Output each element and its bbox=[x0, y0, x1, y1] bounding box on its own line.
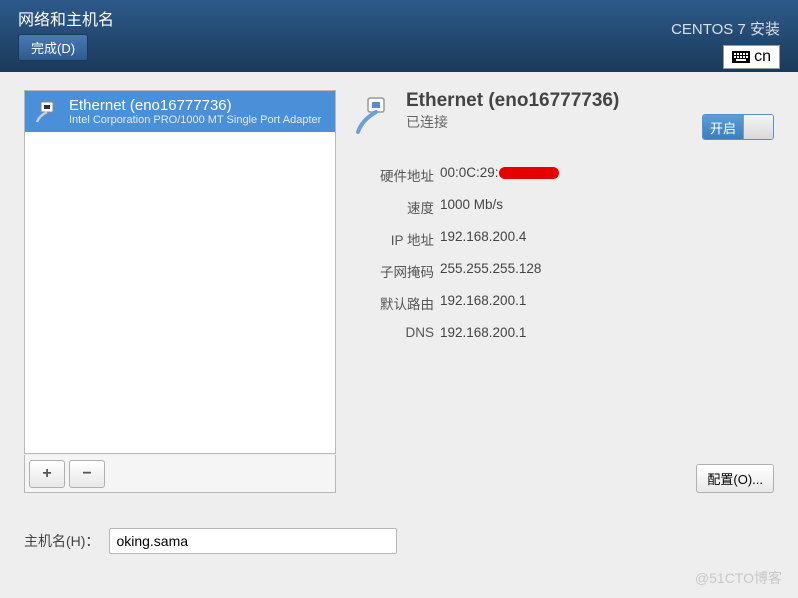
device-name: Ethernet (eno16777736) bbox=[69, 97, 321, 114]
device-list[interactable]: Ethernet (eno16777736) Intel Corporation… bbox=[24, 90, 336, 454]
info-row-ip: IP 地址192.168.200.4 bbox=[354, 229, 774, 249]
toggle-handle bbox=[743, 115, 773, 139]
eth-status: 已连接 bbox=[406, 112, 619, 132]
hostname-label: 主机名(H)： bbox=[24, 531, 99, 551]
nic-icon bbox=[33, 98, 61, 126]
info-row-gateway: 默认路由192.168.200.1 bbox=[354, 293, 774, 313]
installer-name: CENTOS 7 安装 bbox=[671, 18, 780, 39]
info-row-dns: DNS192.168.200.1 bbox=[354, 325, 774, 340]
info-row-netmask: 子网掩码255.255.255.128 bbox=[354, 261, 774, 281]
info-row-speed: 速度1000 Mb/s bbox=[354, 197, 774, 217]
info-row-hwaddr: 硬件地址00:0C:29: bbox=[354, 165, 774, 185]
keyboard-layout: cn bbox=[754, 48, 771, 66]
add-device-button[interactable]: + bbox=[29, 460, 65, 488]
keyboard-indicator[interactable]: cn bbox=[723, 45, 780, 69]
redacted-mac bbox=[499, 167, 559, 179]
device-item-ethernet[interactable]: Ethernet (eno16777736) Intel Corporation… bbox=[25, 91, 335, 132]
configure-button[interactable]: 配置(O)... bbox=[696, 464, 774, 493]
remove-device-button[interactable]: − bbox=[69, 460, 105, 488]
ethernet-icon bbox=[354, 94, 396, 141]
keyboard-icon bbox=[732, 51, 750, 63]
toggle-on-label: 开启 bbox=[703, 115, 743, 139]
connection-toggle[interactable]: 开启 bbox=[702, 114, 774, 140]
done-button[interactable]: 完成(D) bbox=[18, 34, 88, 61]
device-desc: Intel Corporation PRO/1000 MT Single Por… bbox=[69, 114, 321, 126]
page-title: 网络和主机名 bbox=[18, 6, 780, 30]
eth-title: Ethernet (eno16777736) bbox=[406, 90, 619, 112]
hostname-input[interactable] bbox=[109, 528, 397, 554]
watermark: @51CTO博客 bbox=[695, 568, 782, 588]
info-table: 硬件地址00:0C:29: 速度1000 Mb/s IP 地址192.168.2… bbox=[354, 165, 774, 340]
